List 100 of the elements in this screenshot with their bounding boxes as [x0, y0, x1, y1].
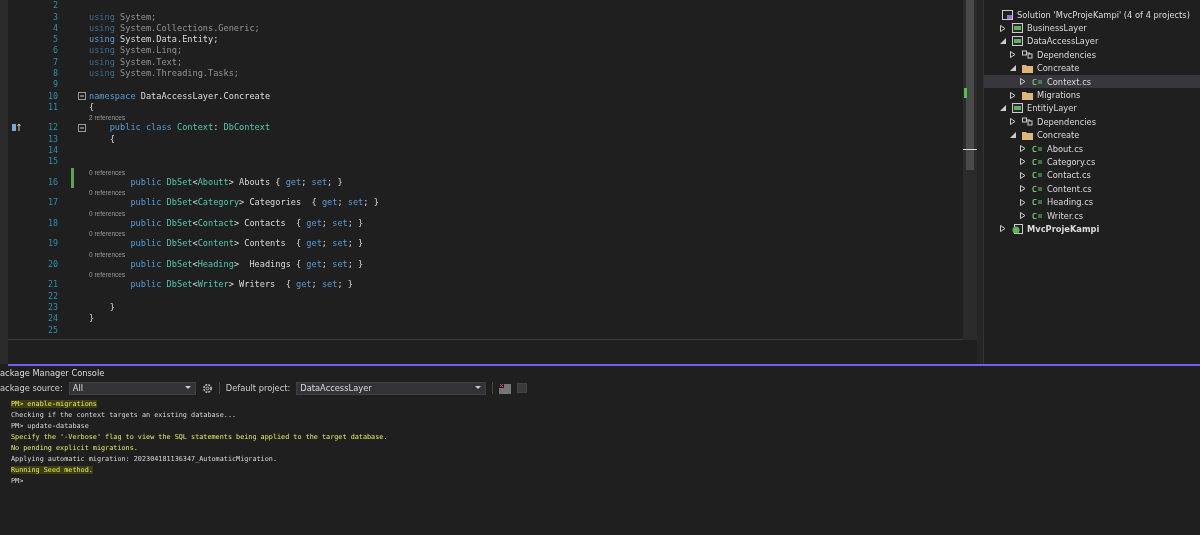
web-project-icon [1012, 223, 1023, 234]
code-line: public DbSet<Contact> Contacts { get; set; } [129, 217, 364, 229]
tree-item[interactable]: BusinessLayer [984, 21, 1200, 35]
tree-item-label: Concreate [1037, 63, 1080, 74]
code-line: namespace DataAccessLayer.Concreate [89, 90, 271, 102]
csharp-file-icon [1032, 158, 1043, 166]
change-marker [71, 167, 74, 188]
tree-item[interactable]: Category.cs [984, 155, 1200, 169]
override-icon[interactable] [12, 123, 21, 133]
code-line: using System.Linq; [89, 45, 183, 57]
collapsed-icon[interactable] [1000, 24, 1006, 32]
line-number: 12 [46, 122, 58, 134]
tree-item[interactable]: Writer.cs [984, 208, 1200, 223]
caret-icon[interactable] [475, 386, 482, 390]
tree-item[interactable]: Contact.cs [984, 168, 1200, 183]
default-project-dropdown[interactable]: DataAccessLayer [296, 381, 487, 395]
tree-item-label: DataAccessLayer [1027, 36, 1099, 47]
dependencies-icon [1022, 117, 1033, 127]
line-number: 11 [46, 101, 58, 113]
tree-item[interactable]: About.cs [984, 141, 1200, 156]
tree-item-label: Dependencies [1037, 116, 1097, 127]
clear-icon[interactable] [499, 382, 512, 394]
line-number: 8 [51, 68, 58, 80]
project-label: Default project: [225, 383, 291, 393]
caret-icon[interactable] [184, 386, 191, 390]
collapse-icon[interactable] [78, 92, 86, 101]
csharp-file-icon [1032, 144, 1043, 153]
tree-item[interactable]: Heading.cs [984, 195, 1200, 209]
tree-item[interactable]: Solution 'MvcProjeKampi' (4 of 4 projects) [984, 8, 1200, 22]
tree-item-label: Migrations [1037, 90, 1081, 101]
scrollbar[interactable] [963, 0, 977, 340]
code-line: } [108, 301, 115, 313]
line-number: 18 [46, 217, 58, 229]
tree-item[interactable]: Concreate [984, 128, 1200, 142]
code-line: using System; [89, 11, 157, 23]
tree-item[interactable]: Content.cs [984, 182, 1200, 196]
line-number: 24 [46, 313, 58, 325]
line-number: 13 [46, 133, 58, 145]
line-number: 7 [51, 56, 58, 68]
line-number: 22 [46, 290, 58, 302]
tree-item-label: Context.cs [1047, 76, 1092, 87]
collapse-icon[interactable] [78, 123, 86, 132]
tree-item[interactable]: EntitiyLayer [984, 101, 1200, 116]
line-number: 14 [46, 145, 58, 157]
tree-item-label: MvcProjeKampi [1027, 223, 1100, 234]
line-number: 10 [46, 90, 58, 102]
tree-item[interactable]: Migrations [984, 88, 1200, 102]
tree-item[interactable]: MvcProjeKampi [984, 222, 1200, 236]
tree-item-label: About.cs [1047, 143, 1084, 154]
code-line: public DbSet<Content> Contents { get; set; } [129, 238, 364, 250]
line-number: 15 [46, 156, 58, 168]
code-line: { [89, 101, 95, 113]
project-icon [1012, 36, 1023, 47]
code-line: public DbSet<Writer> Writers { get; set; } [129, 279, 353, 291]
tree-item[interactable]: Dependencies [984, 48, 1200, 62]
line-number: 20 [46, 258, 58, 270]
tree-item-label: Dependencies [1037, 49, 1097, 60]
tree-item-label: Solution 'MvcProjeKampi' (4 of 4 projects) [1017, 9, 1190, 20]
code-line: public DbSet<Category> Categories { get; set; } [129, 197, 379, 209]
line-number: 19 [46, 238, 58, 250]
line-number: 3 [51, 11, 58, 23]
expanded-icon[interactable] [1010, 132, 1016, 139]
collapsed-icon[interactable] [1010, 51, 1016, 59]
line-number: 4 [51, 22, 58, 34]
code-line: } [89, 313, 95, 325]
csharp-file-icon [1032, 184, 1043, 193]
expanded-icon[interactable] [1000, 38, 1006, 45]
collapsed-icon[interactable] [1000, 225, 1006, 233]
tree-item[interactable]: Concreate [984, 61, 1200, 75]
line-number: 2 [51, 0, 58, 12]
panel-title: ackage Manager Console [0, 368, 105, 378]
line-number: 17 [46, 197, 58, 209]
line-number: 16 [46, 176, 58, 188]
line-number: 23 [46, 301, 58, 313]
expanded-icon[interactable] [1010, 65, 1016, 72]
tree-item[interactable]: Context.cs [984, 74, 1200, 89]
code-line: public DbSet<Aboutt> Abouts { get; set; } [129, 176, 343, 188]
csharp-file-icon [1032, 198, 1043, 207]
line-number: 25 [46, 324, 58, 336]
code-line: using System.Threading.Tasks; [89, 68, 240, 80]
line-number: 21 [46, 279, 58, 291]
line-number: 9 [51, 79, 58, 91]
tree-item-label: Content.cs [1047, 183, 1092, 194]
code-line: public class Context: DbContext [108, 122, 271, 134]
tree-item-label: Heading.cs [1047, 197, 1094, 208]
package-source-dropdown[interactable]: All [68, 381, 196, 395]
collapsed-icon[interactable] [1010, 118, 1016, 126]
tree-item-label: EntitiyLayer [1027, 103, 1077, 114]
tree-item-label: Contact.cs [1047, 170, 1091, 181]
expanded-icon[interactable] [1000, 105, 1006, 112]
code-line: using System.Collections.Generic; [89, 22, 260, 34]
tree-item[interactable]: DataAccessLayer [984, 34, 1200, 49]
solution-icon [1002, 9, 1013, 20]
settings-icon[interactable] [201, 382, 213, 394]
tree-item-label: Concreate [1037, 130, 1080, 141]
code-line: using System.Data.Entity; [89, 34, 219, 46]
tree-item-label: Category.cs [1047, 157, 1096, 167]
code-line: public DbSet<Heading> Headings { get; set; } [129, 258, 364, 270]
source-label: ackage source: [0, 383, 63, 393]
tree-item[interactable]: Dependencies [984, 115, 1200, 129]
